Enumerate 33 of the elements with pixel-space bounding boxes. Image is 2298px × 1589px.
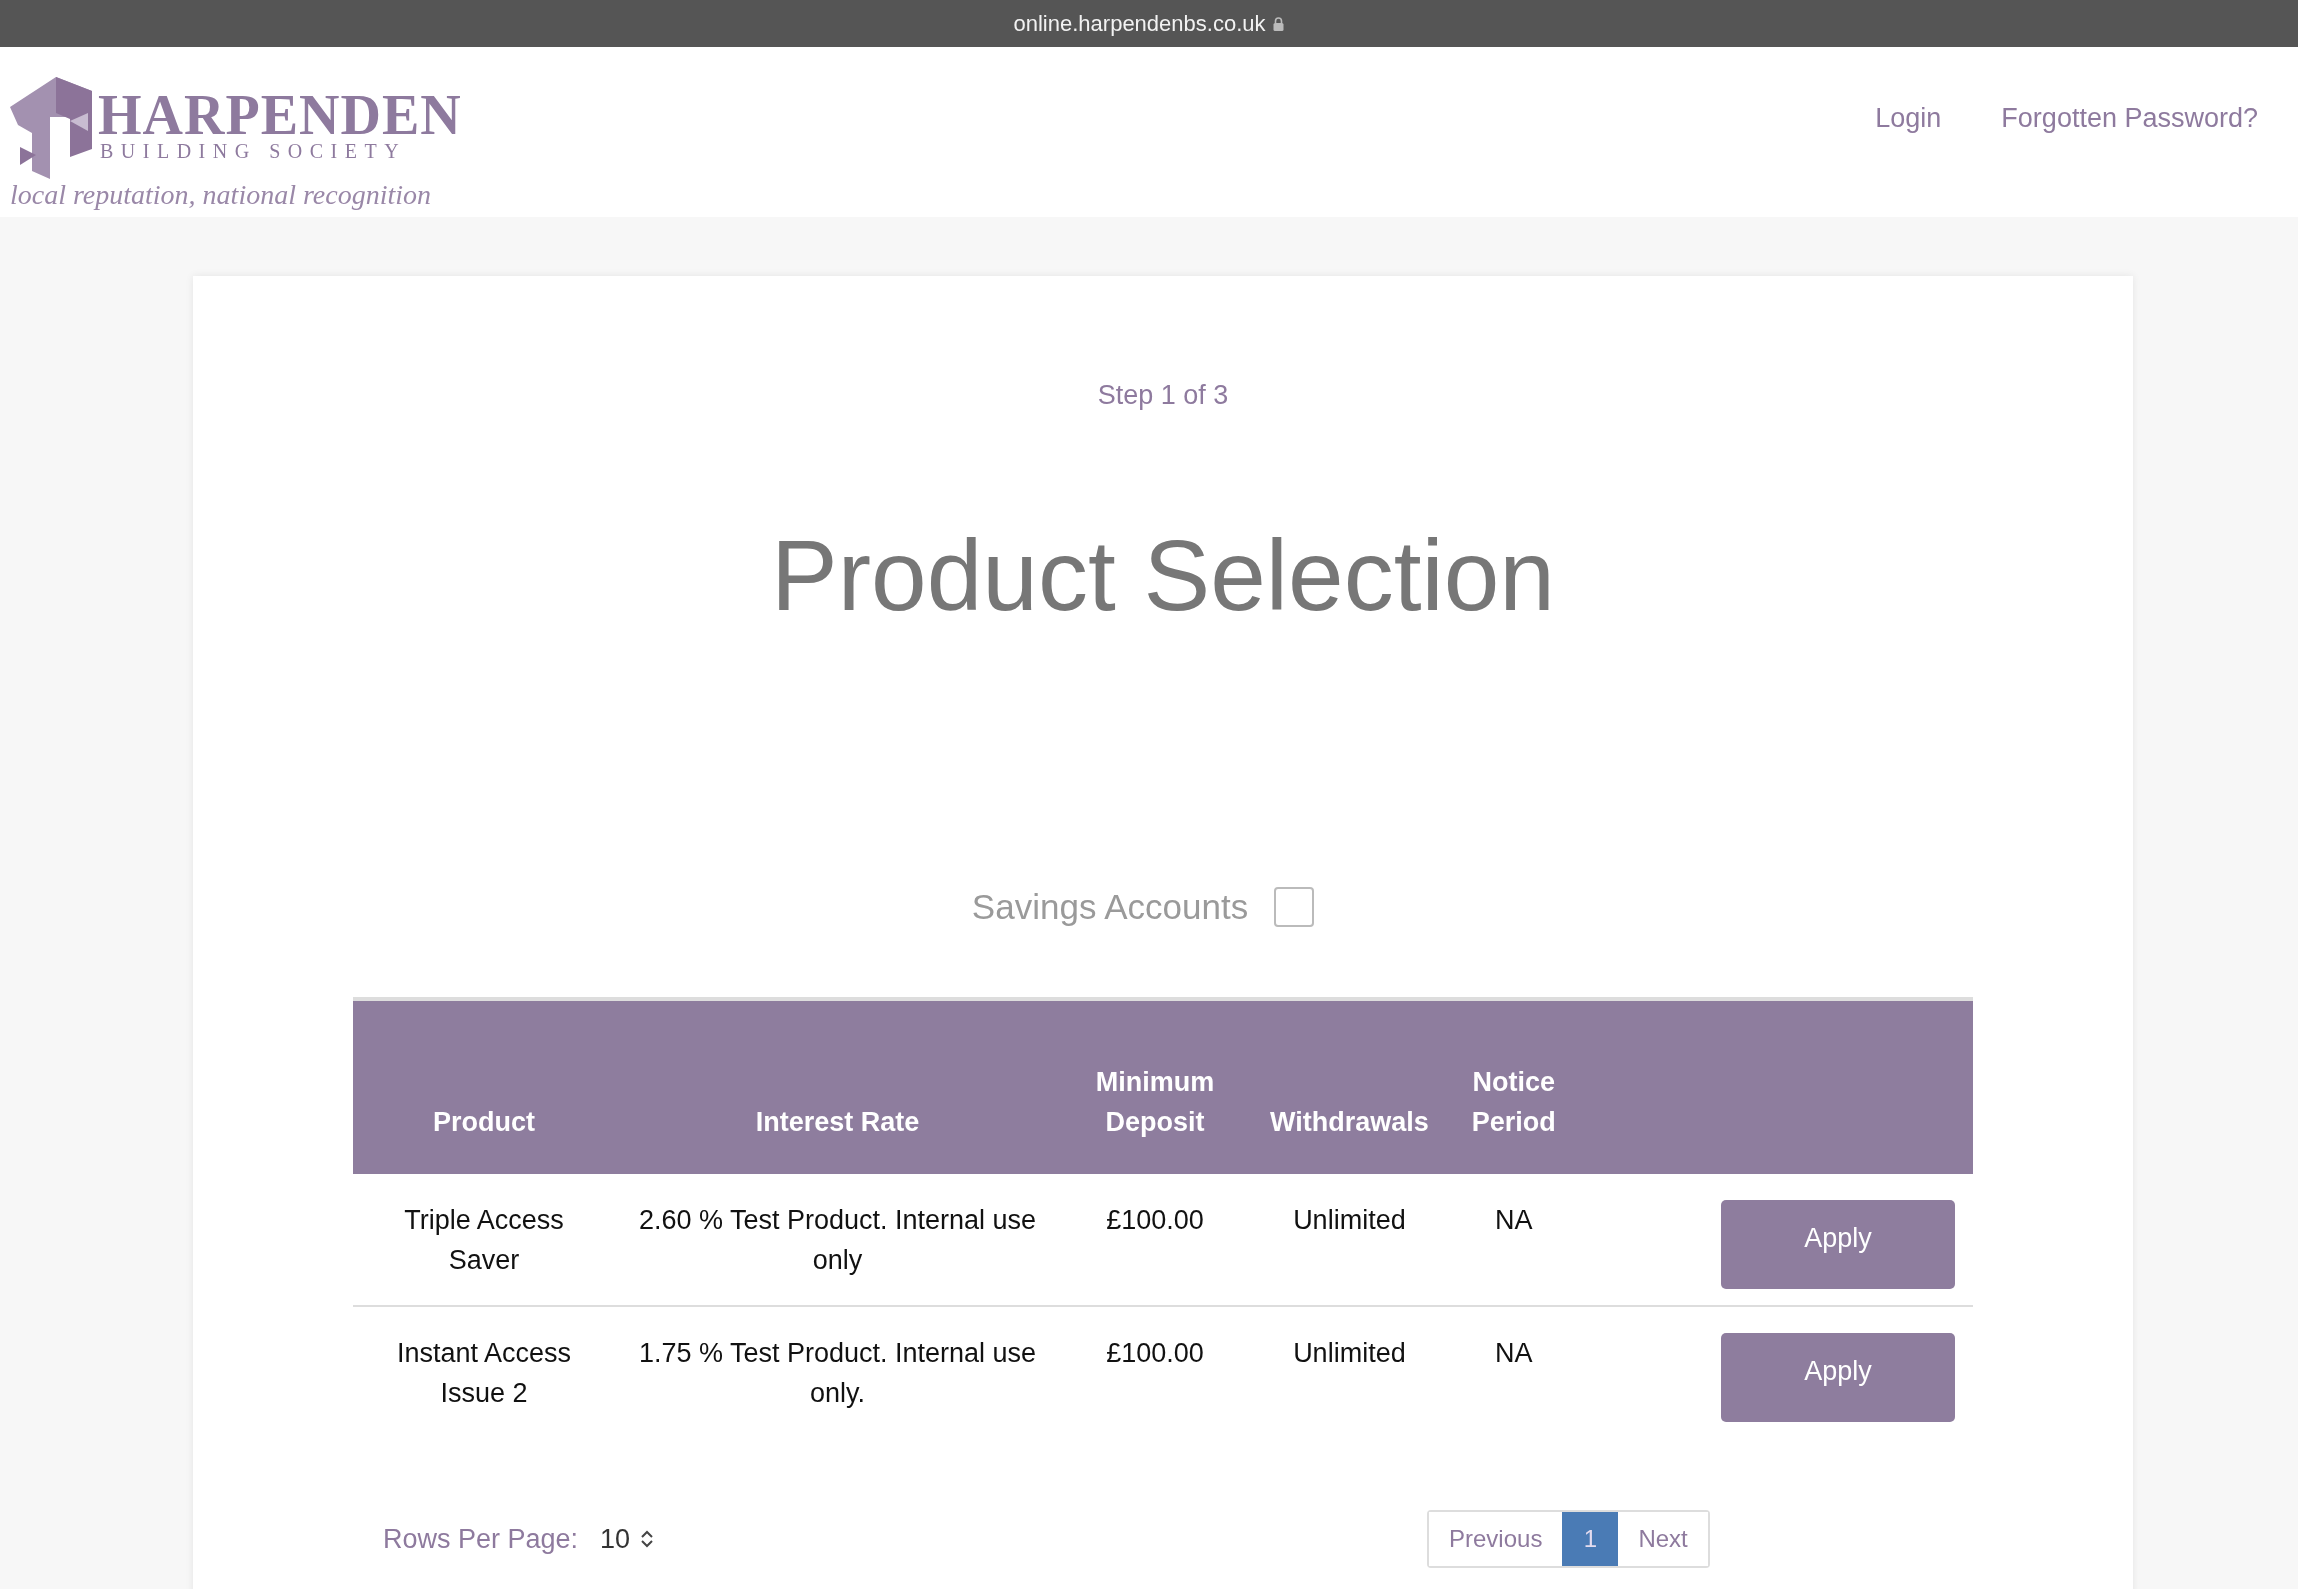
table-cell: Instant Access Issue 2	[353, 1306, 615, 1438]
url-text[interactable]: online.harpendenbs.co.uk	[1013, 10, 1266, 37]
step-indicator: Step 1 of 3	[1097, 380, 1229, 411]
table-cell: NA	[1448, 1174, 1579, 1306]
nav-link[interactable]: Forgotten Password?	[2001, 103, 2258, 134]
chevron-up-down-icon	[640, 1529, 655, 1549]
logo-icon	[10, 77, 92, 179]
apply-button[interactable]: Apply	[1721, 1200, 1955, 1289]
table-cell: Unlimited	[1250, 1306, 1449, 1438]
table-cell: 2.60 % Test Product. Internal use only	[615, 1174, 1060, 1306]
lock-icon	[1273, 16, 1285, 31]
column-header: Withdrawals	[1250, 999, 1449, 1174]
checkbox[interactable]	[1274, 887, 1315, 927]
page-title: Product Selection	[771, 525, 1555, 625]
logo-tagline: local reputation, national recognition	[10, 179, 432, 211]
column-header: Notice Period	[1448, 999, 1579, 1174]
filter-label: Savings Accounts	[971, 887, 1249, 927]
table-cell: 1.75 % Test Product. Internal use only.	[615, 1306, 1060, 1438]
table-cell: NA	[1448, 1306, 1579, 1438]
table-cell: £100.00	[1060, 1306, 1250, 1438]
table-cell: Unlimited	[1250, 1174, 1449, 1306]
apply-button[interactable]: Apply	[1721, 1333, 1955, 1422]
rows-per-page-label: Rows Per Page:	[383, 1523, 579, 1555]
table-cell: Triple Access Saver	[353, 1174, 615, 1306]
nav-link[interactable]: Login	[1875, 103, 1942, 134]
column-header: Product	[353, 999, 615, 1174]
table-cell: £100.00	[1060, 1174, 1250, 1306]
logo-name: HARPENDEN	[98, 91, 462, 139]
logo-subtitle: BUILDING SOCIETY	[99, 139, 408, 163]
page-button[interactable]: 1	[1562, 1512, 1619, 1566]
column-header: Minimum Deposit	[1060, 999, 1250, 1174]
column-header: Interest Rate	[615, 999, 1060, 1174]
rows-per-page-select[interactable]: 10	[600, 1523, 655, 1555]
